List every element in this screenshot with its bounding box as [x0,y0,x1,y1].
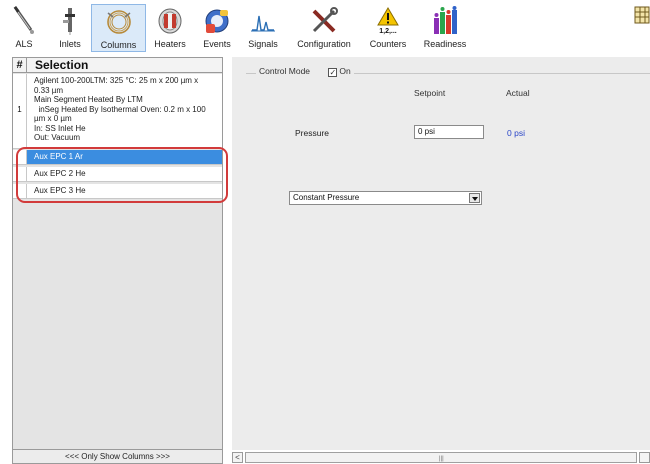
toolbar-configuration-button[interactable]: Configuration [292,4,356,52]
toolbar-heaters-button[interactable]: Heaters [152,4,188,52]
wrench-screwdriver-icon [312,7,338,33]
toolbar-events-button[interactable]: Events [198,4,236,52]
row-number-cell [13,167,27,181]
control-mode-legend: Control Mode ✓ On [256,66,354,77]
column-row[interactable]: 1 Agilent 100-200LTM: 325 °C: 25 m x 200… [13,74,222,149]
chevron-down-icon[interactable] [469,193,480,203]
toolbar-inlets-label: Inlets [59,39,81,49]
row-number-cell [13,150,27,164]
pressure-label: Pressure [295,128,330,138]
inlet-icon [63,8,75,35]
injector-icon [13,6,34,34]
row-number-cell [13,184,27,198]
control-mode-select[interactable]: Constant Pressure [289,191,482,205]
column-description-line: Main Segment Heated By LTM [34,95,143,104]
toolbar-heaters-label: Heaters [154,39,186,49]
toolbar-als-label: ALS [15,39,33,49]
selection-panel: # Selection 1 Agilent 100-200LTM: 325 °C… [12,57,223,464]
toolbar-columns-button[interactable]: Columns [91,4,146,52]
toolbar-counters-label: Counters [369,39,407,49]
toolbar-configuration-label: Configuration [297,39,351,49]
toolbar-readiness-button[interactable]: Readiness [420,4,470,52]
on-checkbox[interactable]: ✓ [328,68,338,77]
horizontal-scrollbar[interactable]: < ||| [232,451,650,464]
toolbar-counters-button[interactable]: 1,2,... Counters [365,4,411,52]
main-toolbar: ALS Inlets Columns Heaters Events Signal… [0,0,650,56]
actual-header: Actual [506,88,530,98]
column-description-line: 0.33 µm [34,85,64,95]
control-mode-select-value: Constant Pressure [293,193,360,202]
column-coil-icon [106,10,131,34]
toolbar-als-button[interactable]: ALS [8,4,40,52]
toolbar-signals-button[interactable]: Signals [245,4,281,52]
aux-epc-1-row[interactable]: Aux EPC 1 Ar [13,150,222,165]
counters-badge: 1,2,... [379,28,397,35]
setpoint-header: Setpoint [414,88,446,98]
column-description-line: inSeg Heated By Isothermal Oven: 0.2 m x… [34,104,206,114]
control-panel: Control Mode ✓ On [232,57,650,450]
aux-epc-3-row[interactable]: Aux EPC 3 He [13,184,222,199]
pressure-actual-value: 0 psi [507,128,525,138]
toolbar-events-label: Events [203,39,231,49]
on-checkbox-label: On [339,66,351,76]
readiness-bars-icon [434,6,457,34]
toolbar-columns-label: Columns [100,40,137,50]
column-description-line: In: SS Inlet He [34,123,86,133]
aux-epc-1-label: Aux EPC 1 Ar [34,152,83,161]
toolbar-readiness-label: Readiness [423,39,467,49]
column-description: Agilent 100-200LTM: 325 °C: 25 m x 200 µ… [34,76,218,143]
scroll-track[interactable]: ||| [245,452,637,463]
row-number-cell: 1 [13,74,27,148]
aux-epc-2-label: Aux EPC 2 He [34,169,86,178]
scroll-right-button[interactable] [639,452,650,463]
aux-epc-3-label: Aux EPC 3 He [34,186,86,195]
grid-settings-icon[interactable] [634,6,650,24]
pressure-setpoint-input[interactable]: 0 psi [414,125,484,139]
scroll-thumb[interactable]: ||| [245,452,637,463]
signal-peaks-icon [251,15,275,32]
row-number: 1 [17,105,22,114]
toolbar-signals-label: Signals [248,39,278,49]
column-description-line: Out: Vacuum [34,133,81,142]
control-mode-label: Control Mode [259,66,311,76]
toolbar-inlets-button[interactable]: Inlets [54,4,86,52]
selection-header: Selection [35,58,89,72]
grip-icon: ||| [439,456,444,462]
heater-icon [158,8,182,34]
column-description-line: µm x 0 µm [34,114,72,123]
column-description-line: Agilent 100-200LTM: 325 °C: 25 m x 200 µ… [34,76,199,85]
events-icon [205,9,229,33]
only-show-columns-button[interactable]: <<< Only Show Columns >>> [13,449,222,463]
selection-grid-header: # Selection [13,58,222,73]
row-number-header: # [13,58,27,73]
aux-epc-2-row[interactable]: Aux EPC 2 He [13,167,222,182]
scroll-left-button[interactable]: < [232,452,243,463]
